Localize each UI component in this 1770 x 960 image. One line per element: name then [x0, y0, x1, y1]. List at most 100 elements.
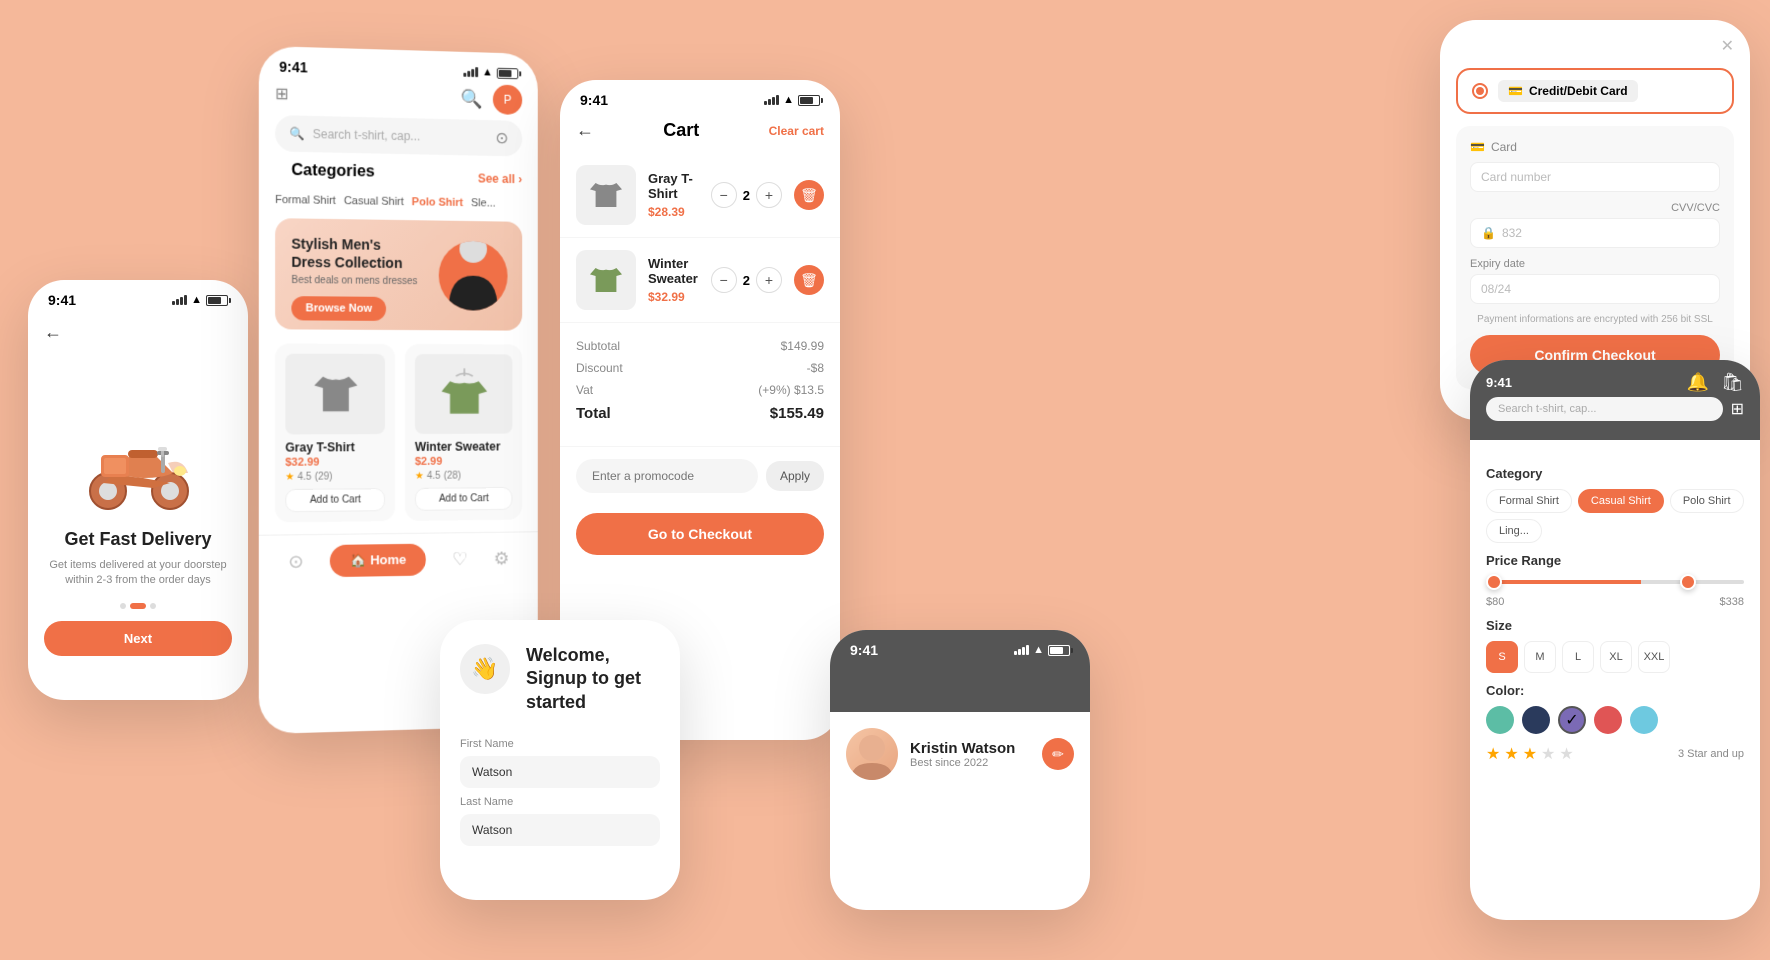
signup-content: 👋 Welcome,Signup to get started — [440, 620, 680, 738]
bag-icon[interactable]: 🛍 — [1721, 372, 1744, 393]
payment-option-card[interactable]: 💳 Credit/Debit Card — [1456, 68, 1734, 114]
microphone-icon[interactable]: ⊙ — [495, 128, 508, 148]
firstname-input[interactable] — [460, 756, 660, 788]
apply-button[interactable]: Apply — [766, 461, 824, 491]
size-xxl[interactable]: XXL — [1638, 641, 1670, 673]
slider-right-thumb[interactable] — [1680, 574, 1696, 590]
signal-icon-3 — [764, 95, 779, 105]
target-icon[interactable]: ⊙ — [288, 551, 303, 572]
ssl-note: Payment informations are encrypted with … — [1470, 314, 1720, 325]
profile-badge[interactable]: ✏ — [1042, 738, 1074, 770]
cvv-section: CVV/CVC 🔒 832 — [1470, 202, 1720, 248]
qty-minus-1[interactable]: − — [711, 182, 737, 208]
cvv-field[interactable]: 🔒 832 — [1470, 218, 1720, 248]
signup-form: First Name Last Name — [440, 738, 680, 846]
lastname-label: Last Name — [460, 796, 660, 808]
color-teal[interactable] — [1486, 706, 1514, 734]
vat-row: Vat (+9%) $13.5 — [576, 383, 824, 397]
rating-stars: ★ ★ ★ ★ ★ — [1486, 744, 1574, 764]
cart-item-img-2 — [576, 250, 636, 310]
add-cart-btn-2[interactable]: Add to Cart — [415, 487, 513, 511]
star-icon-2: ★ — [415, 471, 424, 482]
filter-header-bar: 9:41 🔔 🛍 Search t-shirt, cap... ⊞ — [1470, 360, 1760, 440]
expiry-field[interactable]: 08/24 — [1470, 274, 1720, 304]
heart-icon[interactable]: ♡ — [452, 549, 468, 570]
profile-row: Kristin Watson Best since 2022 ✏ — [846, 728, 1074, 780]
bell-icon[interactable]: 🔔 — [1687, 372, 1709, 393]
signal-icon-2 — [464, 67, 479, 77]
color-red[interactable] — [1594, 706, 1622, 734]
clear-cart-btn[interactable]: Clear cart — [769, 124, 824, 138]
promo-input[interactable] — [576, 459, 758, 493]
size-l[interactable]: L — [1562, 641, 1594, 673]
home-button[interactable]: 🏠 Home — [330, 544, 426, 577]
qty-ctrl-1: − 2 + — [711, 182, 782, 208]
add-cart-btn-1[interactable]: Add to Cart — [285, 488, 385, 512]
tune-icon[interactable]: ⊞ — [1731, 399, 1744, 419]
cat-casual-chip[interactable]: Casual Shirt — [1578, 489, 1664, 513]
time-7: 9:41 — [1486, 375, 1512, 390]
discount-label: Discount — [576, 361, 623, 375]
cat-polo-chip[interactable]: Polo Shirt — [1670, 489, 1744, 513]
cat-polo[interactable]: Polo Shirt — [412, 196, 463, 209]
browse-now-button[interactable]: Browse Now — [291, 296, 386, 321]
battery-icon-2 — [497, 67, 519, 78]
cart-item-name-1: Gray T-Shirt — [648, 171, 699, 201]
expiry-value: 08/24 — [1481, 282, 1511, 296]
qty-minus-2[interactable]: − — [711, 267, 737, 293]
back-arrow[interactable]: ← — [44, 322, 232, 343]
category-filter-title: Category — [1486, 466, 1744, 481]
search-filter-placeholder: Search t-shirt, cap... — [1498, 403, 1596, 415]
color-navy[interactable] — [1522, 706, 1550, 734]
qty-plus-1[interactable]: + — [756, 182, 782, 208]
delivery-title: Get Fast Delivery — [44, 529, 232, 550]
banner-person — [434, 221, 513, 331]
slider-left-thumb[interactable] — [1486, 574, 1502, 590]
cart-back-btn[interactable]: ← — [576, 120, 594, 141]
status-icons-2: ▲ — [464, 66, 519, 79]
settings-icon[interactable]: ⚙ — [494, 548, 510, 569]
close-icon[interactable]: ✕ — [1721, 36, 1734, 56]
price-min: $80 — [1486, 596, 1504, 608]
dot-3 — [150, 603, 156, 609]
color-lightblue[interactable] — [1630, 706, 1658, 734]
product-price-2: $2.99 — [415, 455, 513, 468]
rating-val-1: 4.5 — [297, 472, 311, 483]
search-filter-input[interactable]: Search t-shirt, cap... — [1486, 397, 1723, 421]
lastname-input[interactable] — [460, 814, 660, 846]
cat-formal-chip[interactable]: Formal Shirt — [1486, 489, 1572, 513]
size-s[interactable]: S — [1486, 641, 1518, 673]
size-filter-title: Size — [1486, 618, 1744, 633]
color-filter-title: Color: — [1486, 683, 1744, 698]
size-m[interactable]: M — [1524, 641, 1556, 673]
size-xl[interactable]: XL — [1600, 641, 1632, 673]
see-all-link[interactable]: See all › — [478, 171, 522, 186]
delete-btn-1[interactable]: 🗑 — [794, 180, 824, 210]
cat-casual[interactable]: Casual Shirt — [344, 195, 404, 208]
person-circle — [439, 241, 508, 311]
lock-icon: 🔒 — [1481, 226, 1496, 240]
delete-btn-2[interactable]: 🗑 — [794, 265, 824, 295]
avatar — [846, 728, 898, 780]
search-icon-shop[interactable]: 🔍 — [461, 88, 483, 109]
expiry-label: Expiry date — [1470, 258, 1720, 270]
next-button[interactable]: Next — [44, 621, 232, 656]
card-chip: 💳 Credit/Debit Card — [1498, 80, 1638, 102]
cat-sleeve[interactable]: Sle... — [471, 197, 496, 209]
wifi-icon-2: ▲ — [482, 66, 493, 78]
total-label: Total — [576, 405, 611, 422]
card-number-field[interactable]: Card number — [1470, 162, 1720, 192]
payment-label: Credit/Debit Card — [1529, 84, 1628, 98]
qty-plus-2[interactable]: + — [756, 267, 782, 293]
cat-formal[interactable]: Formal Shirt — [275, 194, 336, 207]
qty-ctrl-2: − 2 + — [711, 267, 782, 293]
total-row: Total $155.49 — [576, 405, 824, 422]
color-purple[interactable]: ✓ — [1558, 706, 1586, 734]
discount-value: -$8 — [807, 361, 824, 375]
product-card-1: Gray T-Shirt $32.99 ★ 4.5 (29) Add to Ca… — [275, 343, 395, 522]
expiry-section: Expiry date 08/24 — [1470, 258, 1720, 304]
checkout-button[interactable]: Go to Checkout — [576, 513, 824, 555]
grid-dots-icon[interactable]: ⊞ — [275, 84, 289, 105]
cat-ling-chip[interactable]: Ling... — [1486, 519, 1542, 543]
search-bar[interactable]: 🔍 Search t-shirt, cap... ⊙ — [275, 115, 522, 156]
